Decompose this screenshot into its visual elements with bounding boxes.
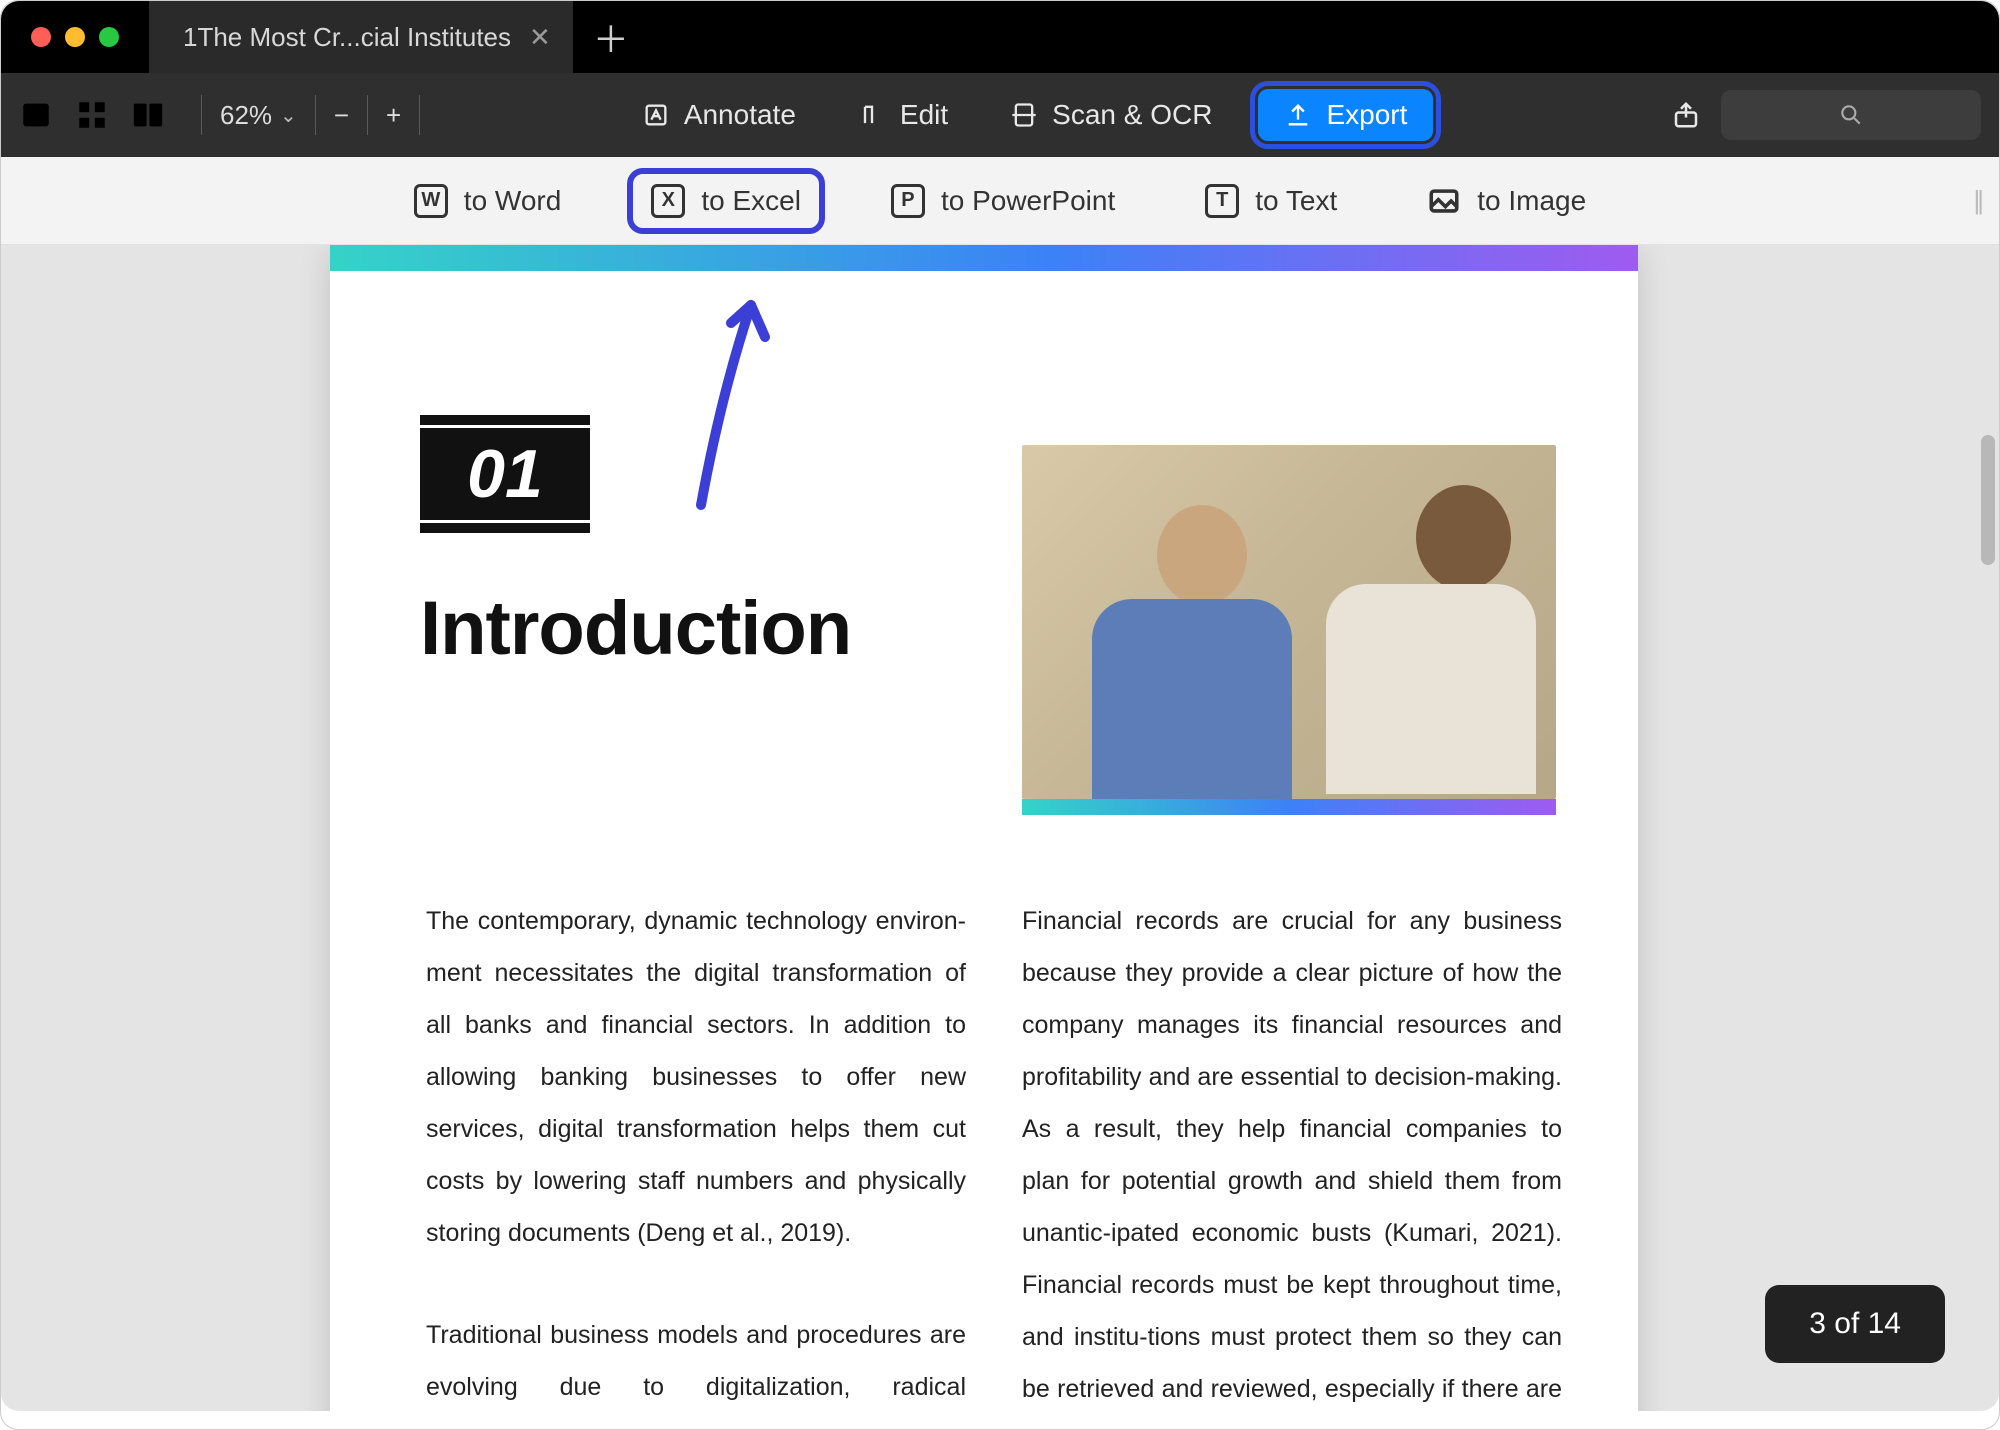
annotate-label: Annotate <box>684 99 796 131</box>
chapter-number-badge: 01 <box>420 415 590 533</box>
page-photo <box>1022 445 1556 815</box>
chevron-down-icon: ⌄ <box>280 103 297 128</box>
annotate-button[interactable]: Annotate <box>626 89 812 141</box>
search-field[interactable] <box>1721 90 1981 140</box>
fullscreen-window-button[interactable] <box>99 27 119 47</box>
separator <box>315 95 316 135</box>
to-word-label: to Word <box>464 185 562 217</box>
text-column-right: Financial records are crucial for any bu… <box>1022 895 1562 1411</box>
image-icon <box>1427 184 1461 218</box>
export-subtoolbar: W to Word X to Excel P to PowerPoint T t… <box>1 157 1999 245</box>
to-excel-button[interactable]: X to Excel <box>633 174 819 228</box>
to-powerpoint-label: to PowerPoint <box>941 185 1115 217</box>
page-gradient-bar <box>330 245 1638 271</box>
person-right-illustration <box>1326 485 1536 799</box>
reading-view-icon[interactable] <box>131 98 165 132</box>
text-column-left: The contemporary, dynamic technology env… <box>426 895 966 1411</box>
zoom-control[interactable]: 62% ⌄ <box>220 100 297 131</box>
paragraph: Traditional business models and procedur… <box>426 1309 966 1411</box>
document-tab[interactable]: 1The Most Cr...cial Institutes ✕ <box>149 1 573 73</box>
chapter-number: 01 <box>420 428 590 520</box>
search-icon <box>1838 102 1864 128</box>
word-icon: W <box>414 184 448 218</box>
scan-ocr-icon <box>1010 101 1038 129</box>
window-titlebar: 1The Most Cr...cial Institutes ✕ ＋ <box>1 1 1999 73</box>
export-button[interactable]: Export <box>1258 89 1433 141</box>
thumbnails-view-icon[interactable] <box>75 98 109 132</box>
pdf-page: 01 Introduction The contemporary, dynami… <box>330 245 1638 1411</box>
text-icon: T <box>1205 184 1239 218</box>
tab-title: 1The Most Cr...cial Institutes <box>183 22 511 53</box>
page-indicator: 3 of 14 <box>1765 1285 1945 1363</box>
person-left-illustration <box>1092 505 1312 799</box>
edit-icon <box>858 101 886 129</box>
to-excel-label: to Excel <box>701 185 801 217</box>
scan-ocr-button[interactable]: Scan & OCR <box>994 89 1228 141</box>
scan-ocr-label: Scan & OCR <box>1052 99 1212 131</box>
powerpoint-icon: P <box>891 184 925 218</box>
close-window-button[interactable] <box>31 27 51 47</box>
annotate-icon <box>642 101 670 129</box>
separator <box>419 95 420 135</box>
main-toolbar: 62% ⌄ − + Annotate Edit Scan & OCR Expor… <box>1 73 1999 157</box>
zoom-value: 62% <box>220 100 272 131</box>
export-icon <box>1284 101 1312 129</box>
to-image-label: to Image <box>1477 185 1586 217</box>
excel-icon: X <box>651 184 685 218</box>
zoom-out-button[interactable]: − <box>334 100 349 131</box>
sidebar-toggle-icon[interactable] <box>19 98 53 132</box>
zoom-in-button[interactable]: + <box>386 100 401 131</box>
paragraph: The contemporary, dynamic technology env… <box>426 895 966 1259</box>
edit-label: Edit <box>900 99 948 131</box>
to-powerpoint-button[interactable]: P to PowerPoint <box>873 174 1133 228</box>
minimize-window-button[interactable] <box>65 27 85 47</box>
to-text-label: to Text <box>1255 185 1337 217</box>
separator <box>201 95 202 135</box>
new-tab-button[interactable]: ＋ <box>593 11 629 63</box>
drag-handle-icon[interactable]: || <box>1973 185 1981 216</box>
to-word-button[interactable]: W to Word <box>396 174 580 228</box>
to-text-button[interactable]: T to Text <box>1187 174 1355 228</box>
document-viewport[interactable]: 01 Introduction The contemporary, dynami… <box>1 245 1999 1411</box>
close-tab-icon[interactable]: ✕ <box>529 22 551 53</box>
paragraph: Financial records are crucial for any bu… <box>1022 895 1562 1411</box>
window-controls <box>31 27 119 47</box>
page-heading: Introduction <box>420 585 851 672</box>
separator <box>367 95 368 135</box>
edit-button[interactable]: Edit <box>842 89 964 141</box>
vertical-scrollbar[interactable] <box>1981 435 1995 565</box>
to-image-button[interactable]: to Image <box>1409 174 1604 228</box>
export-label: Export <box>1326 99 1407 131</box>
share-icon[interactable] <box>1671 100 1701 130</box>
